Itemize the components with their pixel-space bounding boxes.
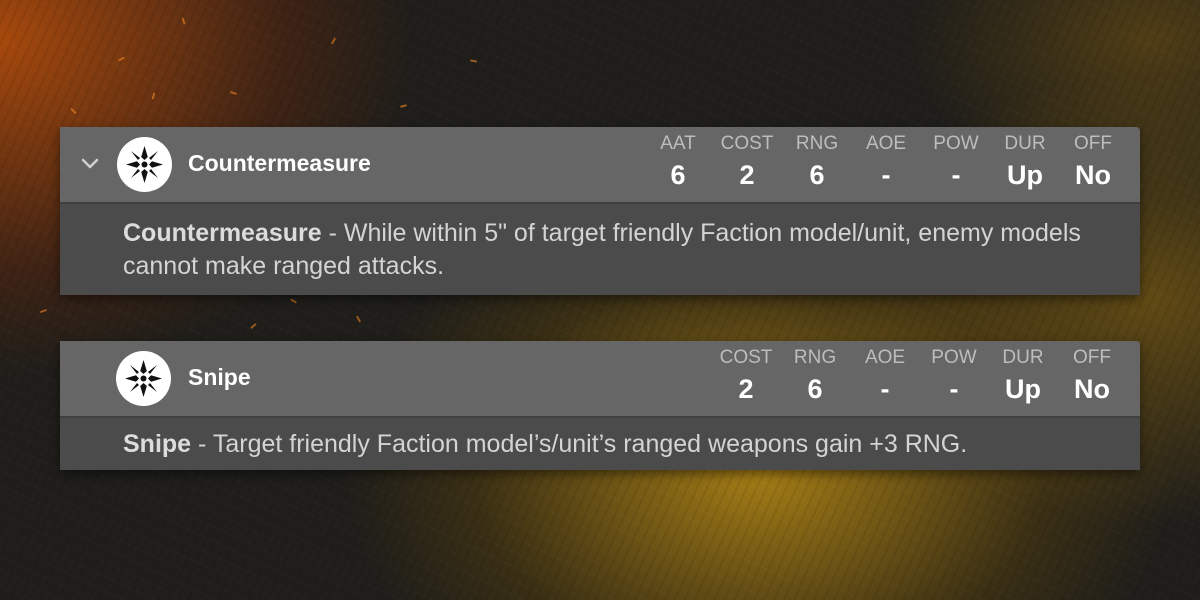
spell-card-snipe: Snipe COST 2 RNG 6 AOE - POW - DUR Up OF…	[60, 341, 1140, 470]
stat-aat: AAT 6	[642, 133, 714, 192]
stat-label: OFF	[1074, 133, 1112, 154]
stat-value: -	[881, 160, 891, 190]
spell-description-name: Countermeasure	[123, 219, 322, 247]
stat-label: DUR	[1002, 347, 1044, 368]
stat-cost: COST 2	[710, 347, 782, 406]
stat-dur: DUR Up	[989, 133, 1061, 192]
stat-label: COST	[719, 347, 773, 368]
stat-label: POW	[933, 133, 979, 154]
spell-description-name: Snipe	[123, 430, 192, 458]
stat-pow: POW -	[918, 347, 990, 406]
stat-value: -	[951, 160, 961, 190]
stat-label: AAT	[660, 133, 696, 154]
background-texture	[0, 0, 1200, 600]
stat-label: POW	[931, 347, 977, 368]
stat-value: 6	[809, 160, 825, 190]
chevron-down-icon[interactable]	[79, 153, 101, 175]
spell-card-header[interactable]: Countermeasure AAT 6 COST 2 RNG 6 AOE - …	[60, 127, 1140, 202]
stat-rng: RNG 6	[779, 347, 851, 406]
stat-value: 6	[807, 374, 823, 404]
stat-aoe: AOE -	[849, 347, 921, 406]
stat-label: RNG	[795, 133, 839, 154]
stat-off: OFF No	[1057, 133, 1129, 192]
spell-card-countermeasure: Countermeasure AAT 6 COST 2 RNG 6 AOE - …	[60, 127, 1140, 295]
spell-title: Countermeasure	[188, 150, 371, 176]
stat-label: OFF	[1073, 347, 1111, 368]
stat-label: DUR	[1004, 133, 1046, 154]
stat-value: -	[880, 374, 890, 404]
spell-description-text: - Target friendly Faction model’s/unit’s…	[191, 430, 968, 458]
spell-description: Countermeasure - While within 5" of targ…	[60, 202, 1140, 295]
stat-value: Up	[1007, 160, 1043, 190]
stat-label: COST	[720, 133, 774, 154]
stat-value: No	[1075, 160, 1111, 190]
spell-title: Snipe	[188, 364, 251, 390]
faction-emblem-icon	[116, 351, 171, 406]
faction-emblem-icon	[117, 137, 172, 192]
stat-value: Up	[1005, 374, 1041, 404]
stat-dur: DUR Up	[987, 347, 1059, 406]
stat-cost: COST 2	[711, 133, 783, 192]
stat-value: -	[949, 374, 959, 404]
stat-label: AOE	[865, 133, 907, 154]
stat-value: 2	[738, 374, 754, 404]
stat-rng: RNG 6	[781, 133, 853, 192]
stat-pow: POW -	[920, 133, 992, 192]
spell-card-header[interactable]: Snipe COST 2 RNG 6 AOE - POW - DUR Up OF…	[60, 341, 1140, 416]
stat-label: RNG	[793, 347, 837, 368]
stat-value: 6	[670, 160, 686, 190]
stat-label: AOE	[864, 347, 906, 368]
stat-value: 2	[739, 160, 755, 190]
spell-description: Snipe - Target friendly Faction model’s/…	[60, 416, 1140, 470]
stat-value: No	[1074, 374, 1110, 404]
stat-aoe: AOE -	[850, 133, 922, 192]
stat-off: OFF No	[1056, 347, 1128, 406]
